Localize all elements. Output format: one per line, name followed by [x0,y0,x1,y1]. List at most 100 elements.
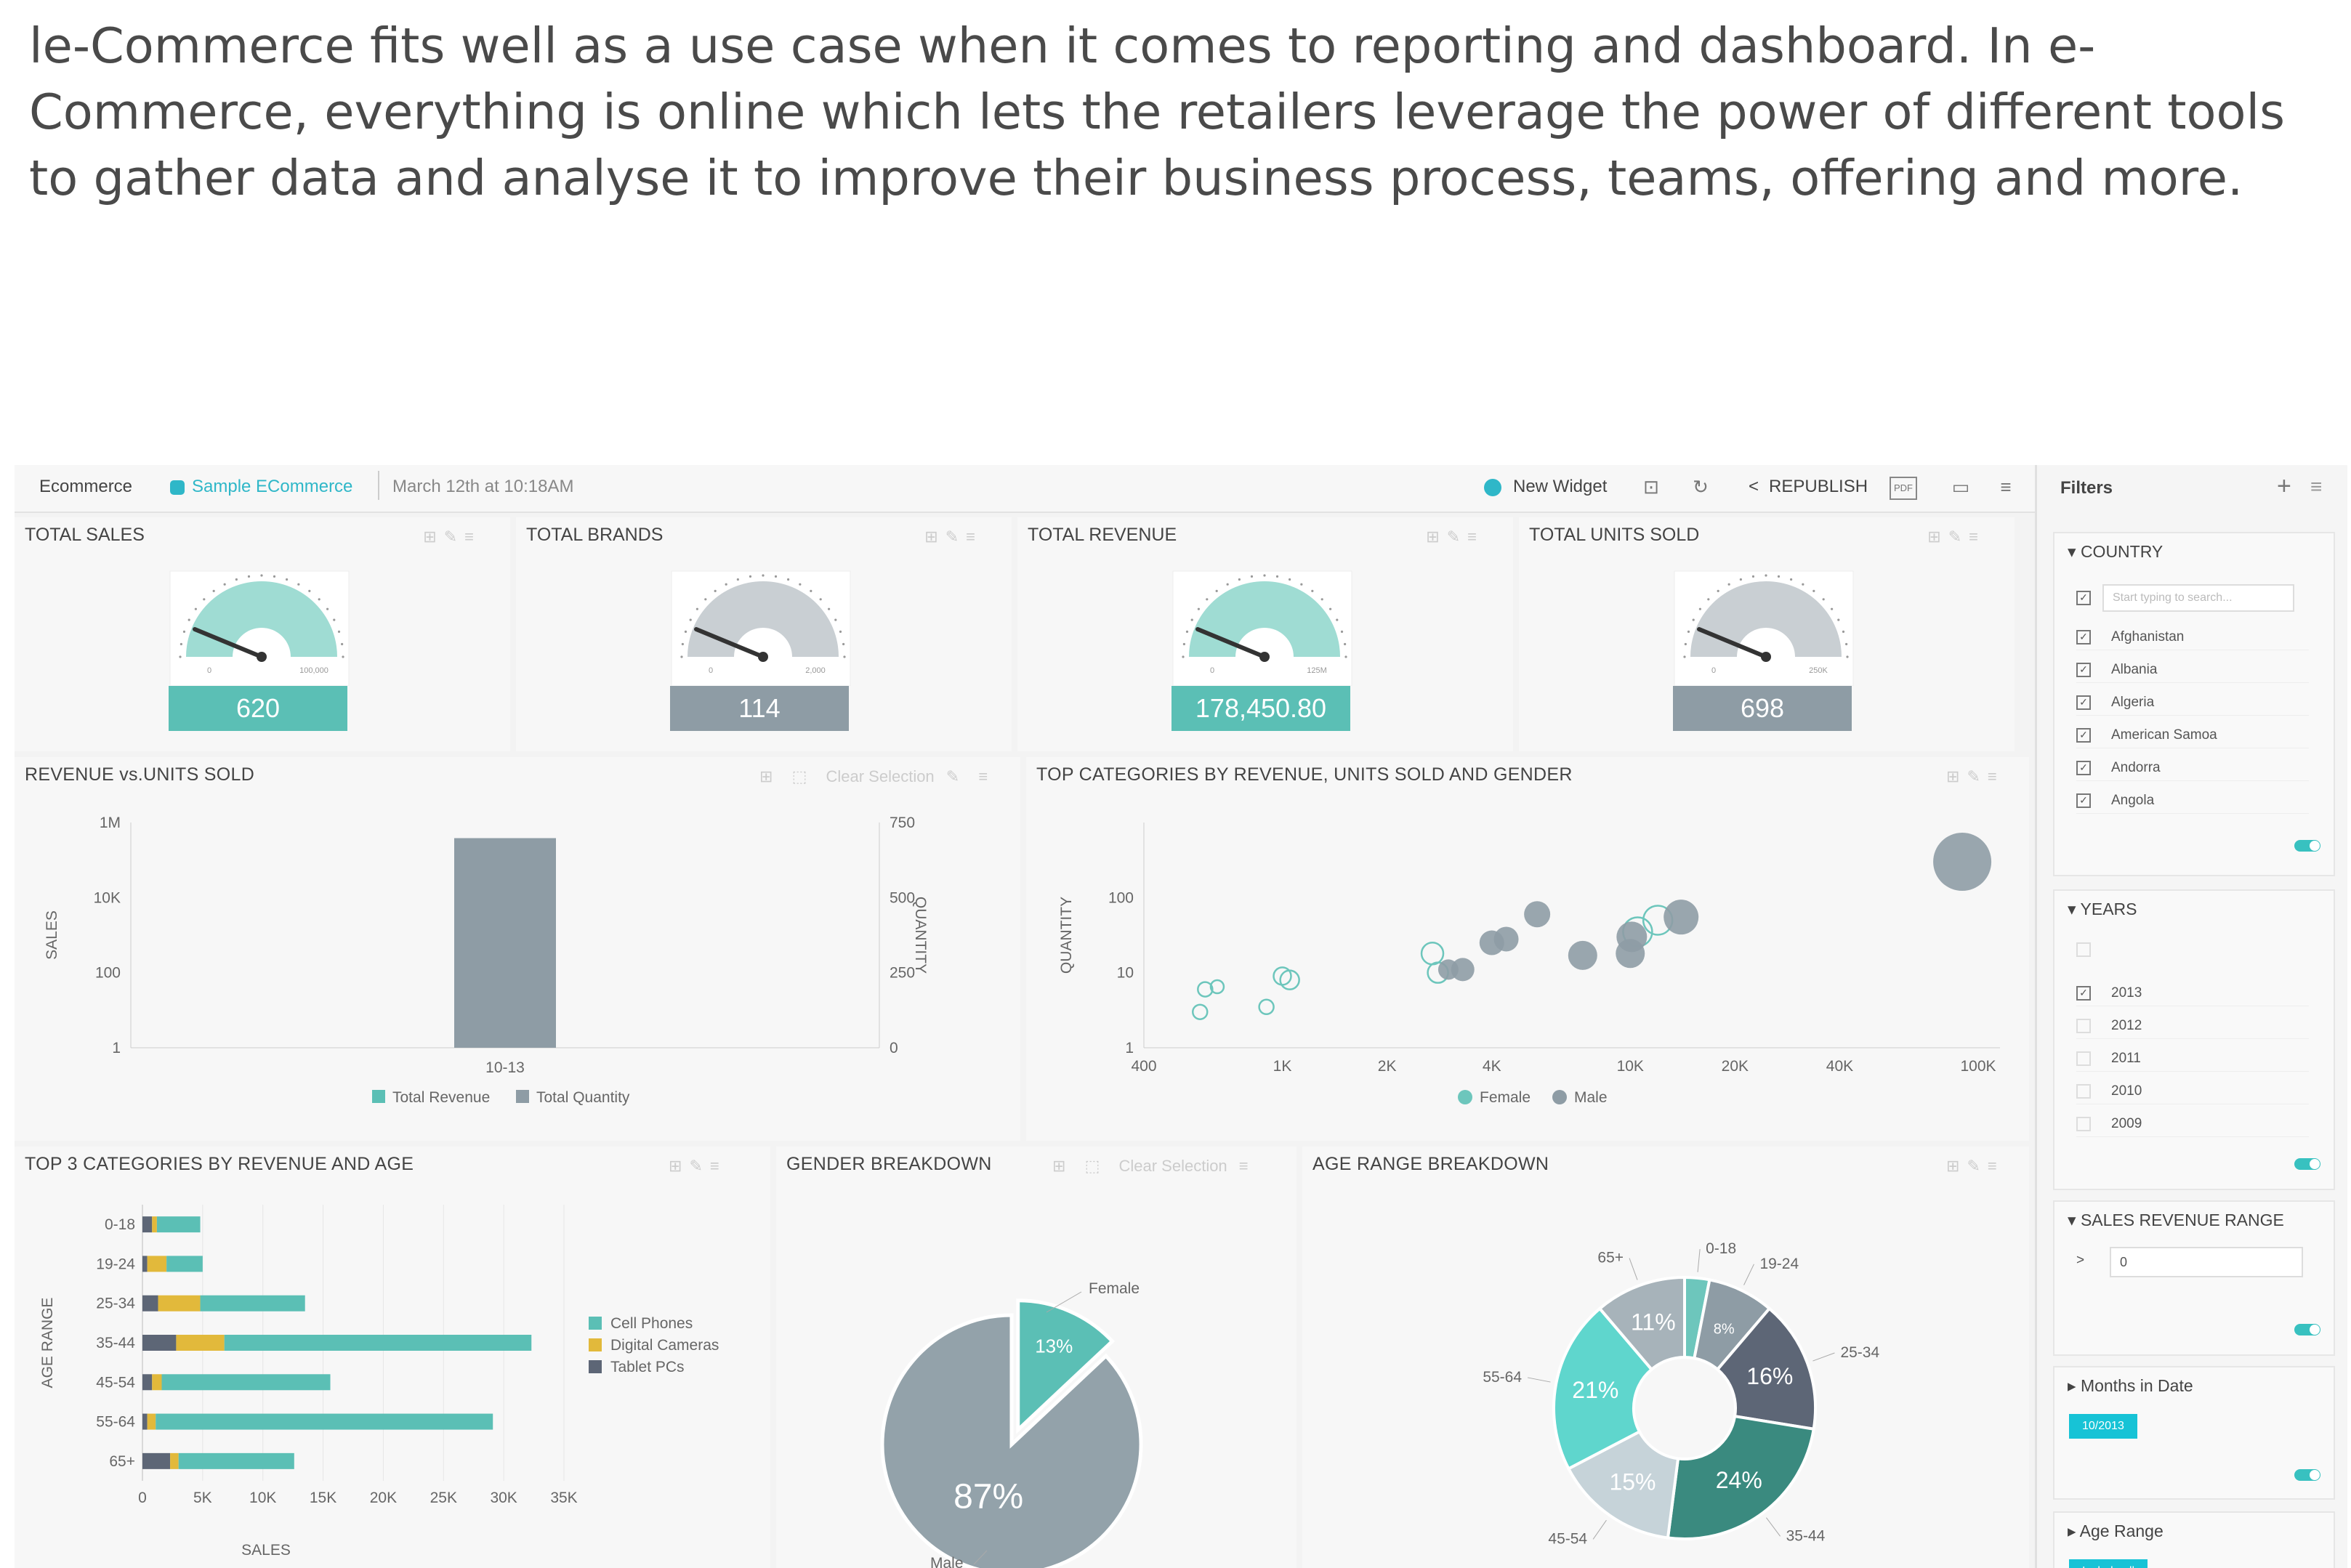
sales-range-filter-title[interactable]: ▾ SALES REVENUE RANGE [2068,1211,2284,1230]
legend-label: Digital Cameras [610,1337,719,1354]
year-option[interactable]: 2011 [2076,1051,2309,1072]
checkbox-icon[interactable]: ✓ [2076,629,2091,644]
dashboard-toolbar: Ecommerce Sample ECommerce March 12th at… [15,465,2035,513]
bar-segment [178,1452,294,1469]
months-filter-toggle[interactable] [2294,1469,2320,1481]
country-option[interactable]: ✓ Albania [2076,662,2309,683]
country-option[interactable]: ✓ Angola [2076,793,2309,814]
bar-segment [224,1335,532,1351]
menu-icon[interactable]: ≡ [1991,474,2020,500]
checkbox-icon[interactable]: ✓ [2076,662,2091,677]
months-filter-tag[interactable]: 10/2013 [2069,1414,2137,1439]
checkbox-icon[interactable]: ✓ [2076,695,2091,710]
x-tick-label: 4K [1483,1058,1501,1075]
refresh-icon[interactable]: ↻ [1686,474,1715,500]
months-filter-title[interactable]: ▸ Months in Date [2068,1376,2193,1396]
country-option[interactable]: ✓ Algeria [2076,695,2309,716]
gauge-tick [787,578,790,581]
country-option[interactable]: ✓ American Samoa [2076,727,2309,748]
widget-icons[interactable]: ⊞✎≡ [423,528,481,546]
widget-icons[interactable]: ⊞✎≡ [1426,528,1484,546]
year-option[interactable]: 2009 [2076,1116,2309,1137]
gauge-tick [223,583,226,586]
age-range-filter-title[interactable]: ▸ Age Range [2068,1521,2164,1541]
gauge-tick [843,655,846,658]
kpi-value: 114 [670,686,849,731]
gauge-tick [695,607,698,610]
gender-breakdown-widget: GENDER BREAKDOWN ⊞ ⬚ Clear Selection ≡ 1… [776,1147,1297,1568]
pie-category-label: Female [1089,1280,1140,1297]
legend-swatch [1458,1090,1472,1104]
country-search-input[interactable]: Start typing to search... [2102,584,2294,612]
year-option[interactable]: 2010 [2076,1083,2309,1104]
checkbox-icon[interactable]: ✓ [2076,985,2091,1001]
gauge-tick [1739,578,1742,581]
years-select-all[interactable] [2076,942,2111,958]
sales-range-toggle[interactable] [2294,1324,2320,1335]
new-widget-button[interactable]: New Widget [1484,477,1607,497]
checkbox-icon[interactable] [2076,1018,2091,1033]
years-filter-title[interactable]: ▾ YEARS [2068,900,2137,919]
gauge-max-label: 125M [1307,666,1327,675]
checkbox-icon[interactable] [2076,1116,2091,1131]
gauge-tick [1197,607,1200,610]
x-tick-label: 40K [1826,1058,1853,1075]
year-option[interactable]: 2012 [2076,1018,2309,1039]
country-filter-toggle[interactable] [2294,840,2320,852]
widget-icons[interactable]: ⊞✎≡ [1927,528,1985,546]
gauge-tick [318,598,320,601]
legend-label: Cell Phones [610,1315,693,1332]
legend-label: Total Revenue [392,1089,490,1106]
scatter-point-male [1451,958,1475,982]
sales-range-value[interactable]: 0 [2110,1247,2303,1277]
monitor-icon[interactable]: ▭ [1946,474,1975,500]
republish-button[interactable]: < REPUBLISH [1749,477,1868,497]
age-range-filter-tag[interactable]: Include all [2069,1559,2148,1568]
bar-segment [142,1413,148,1430]
republish-label: REPUBLISH [1769,477,1868,496]
checkbox-icon[interactable]: ✓ [2076,760,2091,775]
country-filter-title[interactable]: ▾ COUNTRY [2068,542,2163,562]
country-option-label: Angola [2111,793,2155,808]
gauge-min-label: 0 [1711,666,1716,675]
y-tick-label: 1 [1125,1040,1134,1056]
year-option[interactable]: ✓ 2013 [2076,985,2309,1006]
checkbox-icon[interactable]: ✓ [2076,727,2091,743]
x-tick-label: 2K [1378,1058,1397,1075]
checkbox-icon: ✓ [2076,591,2091,605]
legend-label: Tablet PCs [610,1359,685,1375]
filters-menu-icon[interactable]: ≡ [2310,475,2322,498]
last-updated: March 12th at 10:18AM [392,477,574,496]
search-placeholder: Start typing to search... [2113,591,2233,604]
gauge-tick [684,630,687,633]
gauge-tick [842,642,845,646]
gauge-tick [1289,578,1291,581]
filter-toggle-icon[interactable]: ⊡ [1637,474,1666,500]
dashboard-link[interactable]: Sample ECommerce [170,477,352,497]
donut-category-label: 45-54 [1548,1530,1587,1547]
checkbox-icon[interactable] [2076,1083,2091,1099]
checkbox-icon[interactable]: ✓ [2076,793,2091,808]
gauge-tick [1802,583,1804,586]
add-filter-icon[interactable]: + [2277,472,2291,501]
kpi-widget: TOTAL REVENUE ⊞✎≡ 0 125M 178,450.80 [1017,517,1513,751]
x-tick-label: 15K [310,1490,336,1506]
checkbox-icon[interactable] [2076,1051,2091,1066]
country-option[interactable]: ✓ Afghanistan [2076,629,2309,650]
years-filter-toggle[interactable] [2294,1158,2320,1170]
sales-range-operator[interactable]: > [2076,1253,2084,1269]
gauge-tick [1215,589,1218,592]
gauge-tick [681,642,684,646]
collapse-icon: ▾ [2068,900,2081,918]
y2-axis-label: QUANTITY [912,897,929,974]
label-leader [1743,1264,1754,1285]
gauge-max-label: 2,000 [805,666,826,675]
kpi-title: TOTAL UNITS SOLD [1529,525,1700,545]
pdf-export-icon[interactable]: PDF [1890,477,1917,500]
gauge-tick [273,575,276,578]
country-select-all[interactable]: ✓ Start typing to search... [2076,584,2294,612]
widget-icons[interactable]: ⊞✎≡ [924,528,983,546]
country-option[interactable]: ✓ Andorra [2076,760,2309,781]
year-option-label: 2011 [2111,1051,2141,1066]
gauge-tick [342,655,344,658]
